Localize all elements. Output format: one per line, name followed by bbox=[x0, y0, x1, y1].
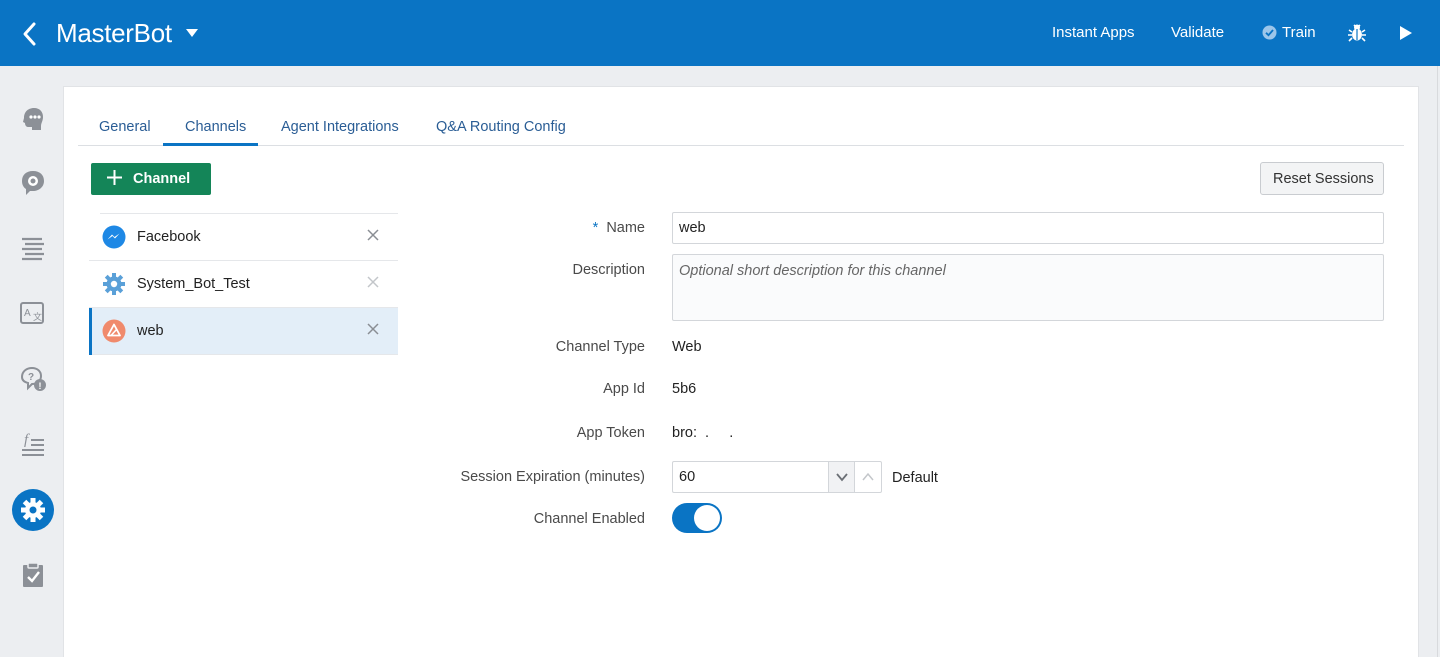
validate-link[interactable]: Validate bbox=[1171, 24, 1224, 41]
tab-agent-integrations[interactable]: Agent Integrations bbox=[281, 119, 399, 135]
svg-text:f: f bbox=[24, 432, 30, 448]
channel-item-web[interactable]: web bbox=[89, 308, 398, 355]
default-label: Default bbox=[892, 470, 938, 486]
chevron-up-icon bbox=[862, 472, 874, 481]
session-expiration-input[interactable] bbox=[672, 461, 828, 493]
chevron-down-icon bbox=[836, 473, 848, 482]
reset-sessions-button[interactable]: Reset Sessions bbox=[1260, 162, 1384, 195]
add-channel-label: Channel bbox=[133, 171, 191, 187]
channel-type-label: Channel Type bbox=[555, 339, 645, 355]
check-circle-icon bbox=[1262, 25, 1277, 40]
back-chevron-icon[interactable] bbox=[18, 20, 42, 48]
toggle-knob bbox=[694, 505, 720, 531]
selected-indicator bbox=[89, 308, 92, 355]
tab-channels[interactable]: Channels bbox=[185, 119, 246, 135]
svg-text:!: ! bbox=[39, 381, 42, 391]
tab-general[interactable]: General bbox=[99, 119, 151, 135]
messenger-icon bbox=[102, 225, 126, 249]
increment-button[interactable] bbox=[854, 461, 882, 493]
close-icon[interactable] bbox=[366, 322, 380, 336]
active-tab-indicator bbox=[163, 143, 258, 146]
web-channel-icon bbox=[102, 319, 126, 343]
intents-icon[interactable] bbox=[18, 104, 48, 134]
description-label: Description bbox=[572, 262, 645, 278]
scrollbar-track bbox=[1437, 66, 1438, 657]
session-expiration-label: Session Expiration (minutes) bbox=[460, 469, 645, 485]
channel-enabled-label: Channel Enabled bbox=[533, 511, 645, 527]
entities-icon[interactable] bbox=[18, 167, 48, 197]
channel-item-system-bot-test[interactable]: System_Bot_Test bbox=[89, 261, 398, 308]
components-icon[interactable]: f bbox=[18, 429, 48, 459]
qna-icon[interactable]: ? ! bbox=[18, 364, 48, 394]
chevron-down-icon[interactable] bbox=[184, 26, 200, 40]
decrement-button[interactable] bbox=[828, 461, 855, 493]
name-label: * Name bbox=[592, 220, 645, 236]
app-token-label: App Token bbox=[576, 425, 645, 441]
top-bar: MasterBot Instant Apps Validate Train bbox=[0, 0, 1440, 66]
channel-name: System_Bot_Test bbox=[137, 276, 250, 292]
channel-name: web bbox=[137, 323, 164, 339]
channel-enabled-toggle[interactable] bbox=[672, 503, 722, 533]
bug-icon[interactable] bbox=[1346, 22, 1368, 44]
reset-sessions-label: Reset Sessions bbox=[1273, 171, 1374, 187]
svg-text:文: 文 bbox=[33, 311, 42, 322]
app-id-label: App Id bbox=[603, 381, 645, 397]
play-icon[interactable] bbox=[1397, 24, 1415, 42]
system-gear-icon bbox=[103, 273, 125, 295]
app-title: MasterBot bbox=[56, 18, 172, 48]
close-icon[interactable] bbox=[366, 275, 380, 289]
close-icon[interactable] bbox=[366, 228, 380, 242]
flows-icon[interactable] bbox=[18, 234, 48, 264]
tab-qna-routing-config[interactable]: Q&A Routing Config bbox=[436, 119, 566, 135]
insights-icon[interactable] bbox=[18, 560, 48, 590]
name-field[interactable] bbox=[672, 212, 1384, 244]
settings-tabs bbox=[78, 110, 1404, 146]
channel-name: Facebook bbox=[137, 229, 201, 245]
app-token-value: bro: . . bbox=[672, 425, 734, 441]
app-id-value: 5b6 bbox=[672, 381, 697, 397]
settings-card bbox=[63, 86, 1419, 657]
plus-icon bbox=[107, 170, 122, 185]
instant-apps-link[interactable]: Instant Apps bbox=[1052, 24, 1135, 41]
svg-text:?: ? bbox=[28, 372, 34, 383]
settings-icon[interactable] bbox=[18, 495, 48, 525]
description-field[interactable] bbox=[672, 254, 1384, 321]
channel-item-facebook[interactable]: Facebook bbox=[89, 214, 398, 261]
channel-type-value: Web bbox=[672, 339, 702, 355]
add-channel-button[interactable]: Channel bbox=[91, 163, 211, 195]
train-link[interactable]: Train bbox=[1282, 24, 1316, 41]
svg-text:A: A bbox=[24, 308, 31, 319]
resource-bundles-icon[interactable]: A 文 bbox=[18, 299, 48, 329]
required-mark: * bbox=[592, 220, 599, 236]
